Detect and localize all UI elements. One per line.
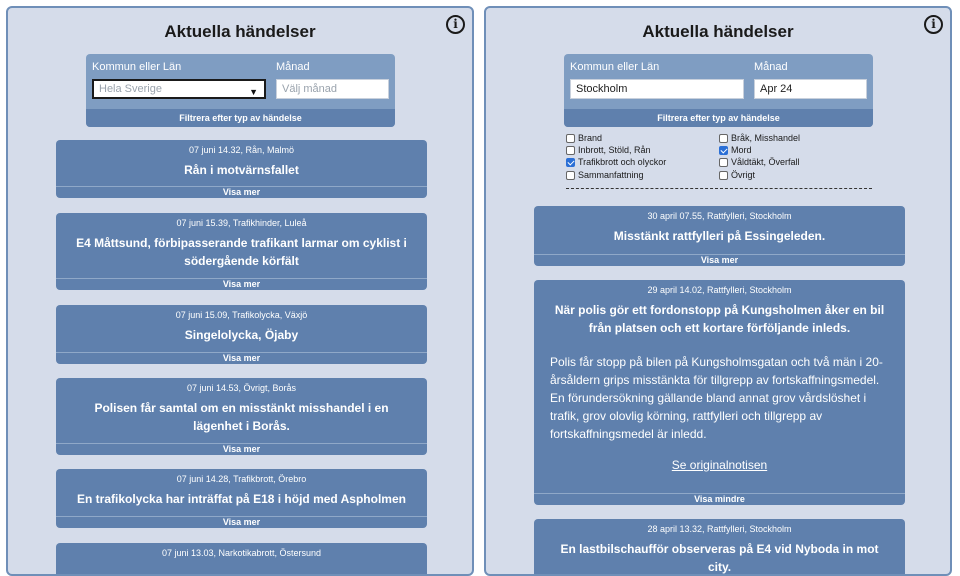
- event-headline: Rån i motvärnsfallet: [184, 163, 299, 177]
- checkbox-box: [566, 145, 575, 155]
- event-meta: 07 juni 14.32, Rån, Malmö: [188, 145, 295, 155]
- event-headline: E4 Måttsund, förbipasserande trafikant l…: [76, 236, 407, 268]
- checkbox-box: [566, 157, 575, 167]
- checkbox-brak[interactable]: Bråk, Misshandel: [719, 133, 800, 143]
- month-label: Månad: [754, 61, 788, 73]
- checkbox-label: Trafikbrott och olyckor: [578, 157, 667, 167]
- info-icon[interactable]: i: [446, 15, 465, 34]
- filter-box: Kommun eller Län Månad Hela Sverige ▼ Vä…: [86, 54, 395, 127]
- checkbox-box: [719, 133, 728, 143]
- checkbox-label: Brand: [578, 133, 603, 143]
- filter-type-button[interactable]: Filtrera efter typ av händelse: [86, 109, 395, 127]
- checkbox-label: Inbrott, Stöld, Rån: [578, 145, 651, 155]
- panel-title: Aktuella händelser: [642, 22, 794, 41]
- event-body: Polis får stopp på bilen på Kungsholmsga…: [550, 355, 883, 441]
- region-select[interactable]: Hela Sverige ▼: [92, 79, 266, 99]
- events-panel-left: Aktuella händelser i Kommun eller Län Må…: [6, 6, 474, 576]
- checkbox-box: [719, 145, 728, 155]
- event-meta: 07 juni 15.39, Trafikhinder, Luleå: [176, 218, 307, 228]
- checkbox-label: Våldtäkt, Överfall: [731, 157, 800, 167]
- checkbox-trafikbrott[interactable]: Trafikbrott och olyckor: [566, 157, 666, 167]
- event-meta: 29 april 14.02, Rattfylleri, Stockholm: [647, 285, 792, 295]
- event-meta: 30 april 07.55, Rattfylleri, Stockholm: [647, 211, 792, 221]
- events-panel-right: Aktuella händelser i Kommun eller Län Må…: [484, 6, 952, 576]
- show-more-button[interactable]: Visa mer: [56, 516, 427, 528]
- checkbox-valdtakt[interactable]: Våldtäkt, Överfall: [719, 157, 800, 167]
- original-notice-link[interactable]: Se originalnotisen: [534, 458, 905, 472]
- event-card[interactable]: 30 april 07.55, Rattfylleri, Stockholm M…: [534, 206, 905, 266]
- checkbox-brand[interactable]: Brand: [566, 133, 602, 143]
- event-headline: När polis gör ett fordonstopp på Kungsho…: [554, 303, 885, 335]
- event-card[interactable]: 28 april 13.32, Rattfylleri, Stockholm E…: [534, 519, 905, 574]
- region-select-value: Hela Sverige: [99, 83, 162, 95]
- filter-type-button[interactable]: Filtrera efter typ av händelse: [564, 109, 873, 127]
- event-card[interactable]: 07 juni 15.09, Trafikolycka, Växjö Singe…: [56, 305, 427, 364]
- event-type-filters: Brand Inbrott, Stöld, Rån Trafikbrott oc…: [566, 132, 872, 189]
- event-headline: En trafikolycka har inträffat på E18 i h…: [77, 492, 406, 506]
- checkbox-label: Mord: [731, 145, 752, 155]
- checkbox-inbrott[interactable]: Inbrott, Stöld, Rån: [566, 145, 651, 155]
- checkbox-box: [719, 170, 728, 180]
- show-more-button[interactable]: Visa mer: [534, 254, 905, 266]
- panel-title: Aktuella händelser: [164, 22, 316, 41]
- month-input[interactable]: Apr 24: [754, 79, 867, 99]
- checkbox-label: Bråk, Misshandel: [731, 133, 801, 143]
- checkbox-box: [566, 133, 575, 143]
- checkbox-box: [719, 157, 728, 167]
- checkbox-mord[interactable]: Mord: [719, 145, 752, 155]
- event-card[interactable]: 07 juni 15.39, Trafikhinder, Luleå E4 Må…: [56, 213, 427, 290]
- show-more-button[interactable]: Visa mer: [56, 352, 427, 364]
- checkbox-label: Sammanfattning: [578, 170, 644, 180]
- event-meta: 07 juni 13.03, Narkotikabrott, Östersund: [161, 548, 322, 558]
- event-headline: Misstänkt rattfylleri på Essingeleden.: [613, 229, 826, 243]
- event-meta: 07 juni 15.09, Trafikolycka, Växjö: [175, 310, 308, 320]
- event-meta: 07 juni 14.53, Övrigt, Borås: [186, 383, 297, 393]
- event-meta: 28 april 13.32, Rattfylleri, Stockholm: [647, 524, 792, 534]
- region-select[interactable]: Stockholm: [570, 79, 744, 99]
- show-more-button[interactable]: Visa mer: [56, 186, 427, 198]
- filter-box: Kommun eller Län Månad Stockholm Apr 24 …: [564, 54, 873, 127]
- event-card[interactable]: 07 juni 14.32, Rån, Malmö Rån i motvärns…: [56, 140, 427, 198]
- show-less-button[interactable]: Visa mindre: [534, 493, 905, 505]
- month-input[interactable]: Välj månad: [276, 79, 389, 99]
- region-label: Kommun eller Län: [92, 61, 182, 73]
- checkbox-ovrigt[interactable]: Övrigt: [719, 170, 755, 180]
- event-card[interactable]: 07 juni 13.03, Narkotikabrott, Östersund: [56, 543, 427, 574]
- event-card-expanded[interactable]: 29 april 14.02, Rattfylleri, Stockholm N…: [534, 280, 905, 505]
- region-label: Kommun eller Län: [570, 61, 660, 73]
- event-meta: 07 juni 14.28, Trafikbrott, Örebro: [176, 474, 307, 484]
- checkbox-label: Övrigt: [731, 170, 756, 180]
- checkbox-sammanfattning[interactable]: Sammanfattning: [566, 170, 644, 180]
- event-headline: Singelolycka, Öjaby: [184, 328, 299, 342]
- show-more-button[interactable]: Visa mer: [56, 278, 427, 290]
- event-headline: Polisen får samtal om en misstänkt missh…: [94, 401, 389, 433]
- month-label: Månad: [276, 61, 310, 73]
- show-more-button[interactable]: Visa mer: [56, 443, 427, 455]
- event-card[interactable]: 07 juni 14.28, Trafikbrott, Örebro En tr…: [56, 469, 427, 528]
- event-headline: En lastbilschaufför observeras på E4 vid…: [560, 542, 879, 574]
- checkbox-box: [566, 170, 575, 180]
- info-icon[interactable]: i: [924, 15, 943, 34]
- event-card[interactable]: 07 juni 14.53, Övrigt, Borås Polisen får…: [56, 378, 427, 455]
- caret-down-icon: ▼: [249, 87, 258, 97]
